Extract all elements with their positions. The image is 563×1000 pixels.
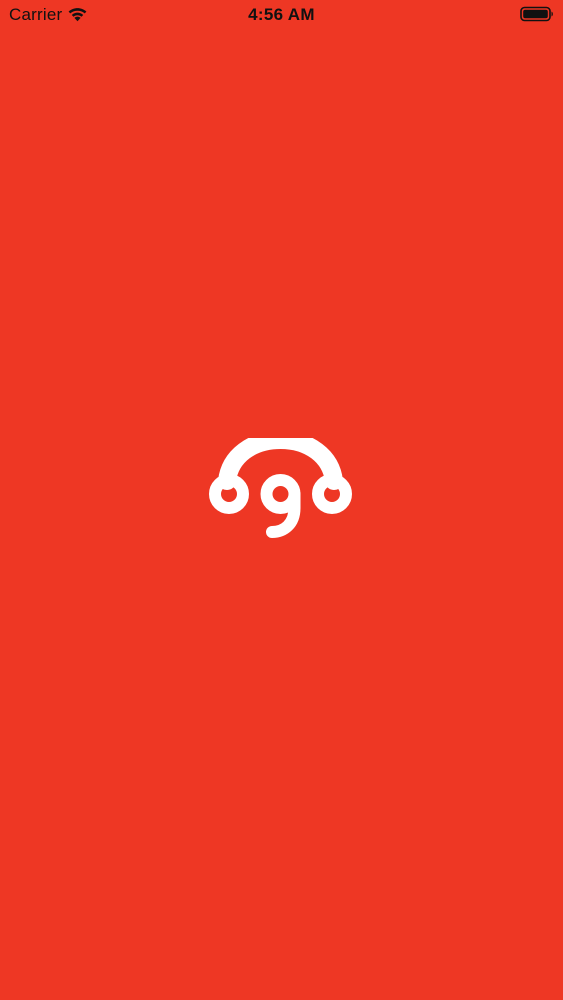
- status-bar: Carrier 4:56 AM: [0, 0, 563, 30]
- ogo-logo-icon: ogo: [209, 438, 352, 538]
- battery-icon: [520, 6, 553, 22]
- status-time: 4:56 AM: [248, 5, 315, 24]
